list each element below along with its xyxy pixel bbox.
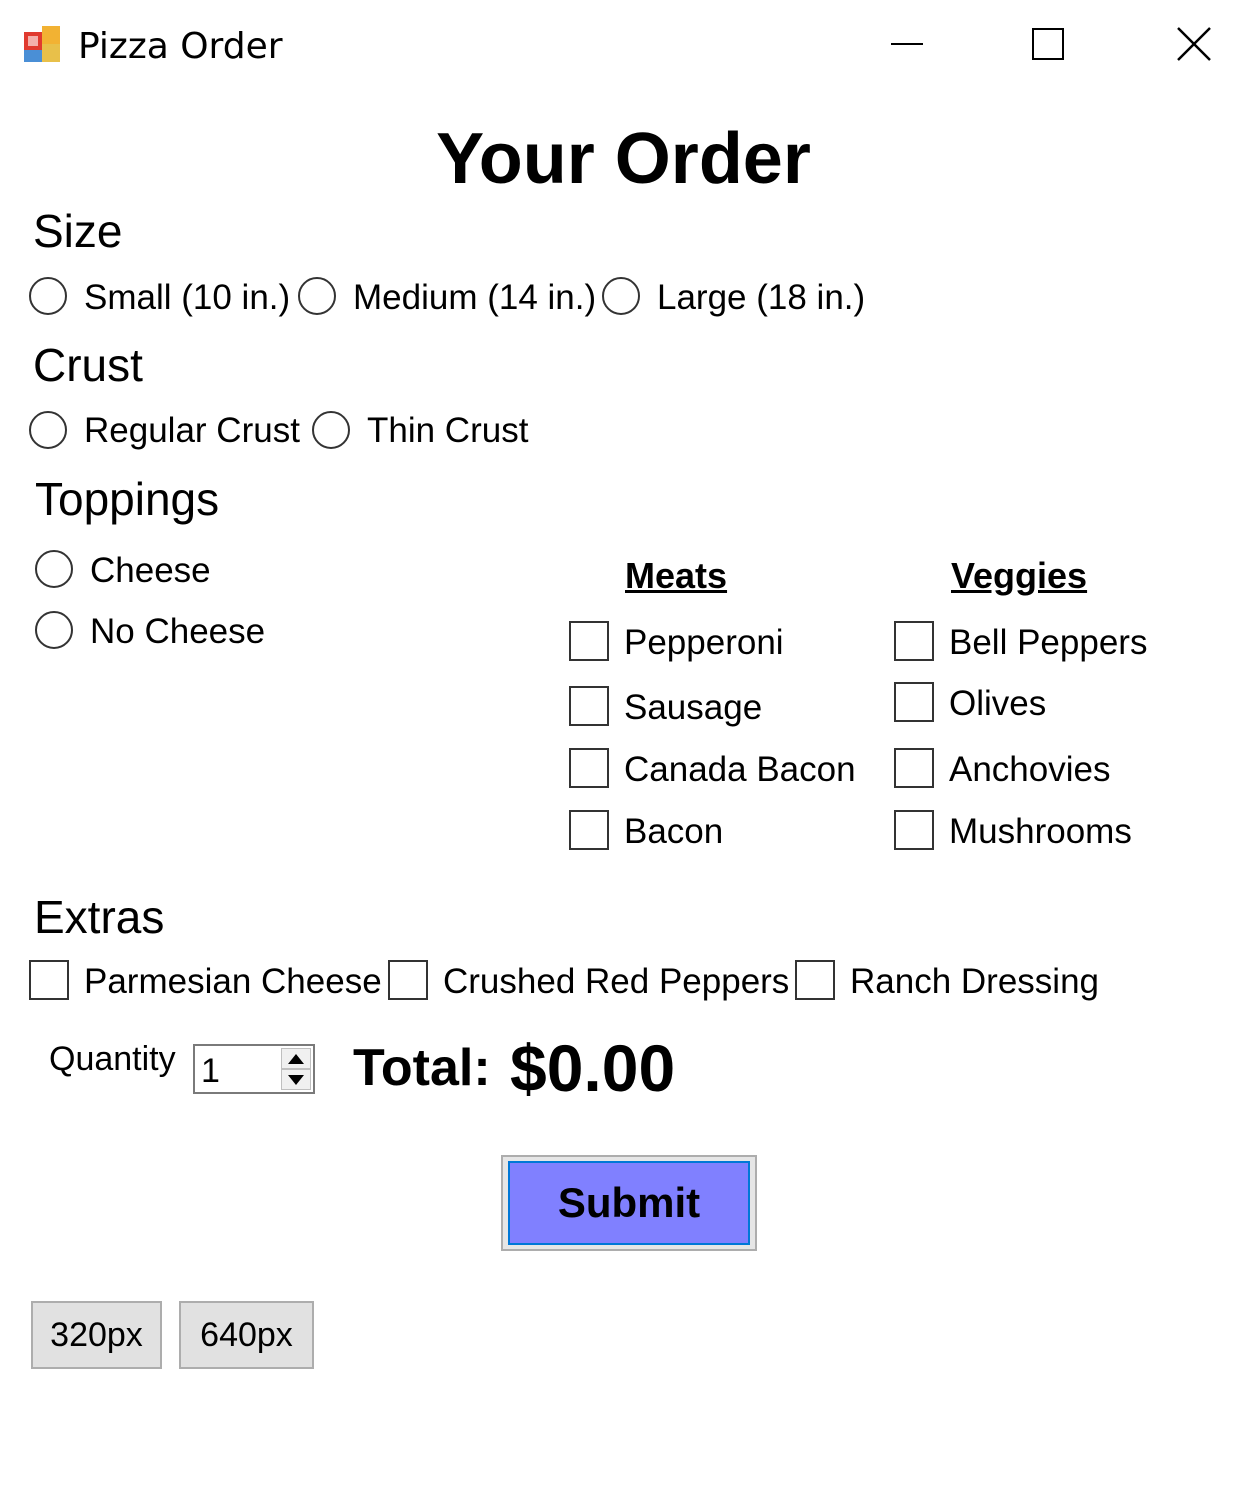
toppings-section-label: Toppings [35,473,220,525]
crust-regular-radio[interactable] [29,411,67,449]
quantity-label: Quantity [49,1040,176,1078]
arrow-down-icon [288,1074,304,1085]
crushed-red-peppers-label[interactable]: Crushed Red Peppers [443,962,789,1002]
size-large-label[interactable]: Large (18 in.) [657,278,865,318]
minimize-icon [891,43,923,45]
bell-peppers-checkbox[interactable] [894,621,934,661]
no-cheese-label[interactable]: No Cheese [90,612,265,652]
page-title: Your Order [436,119,811,199]
bacon-checkbox[interactable] [569,810,609,850]
cheese-label[interactable]: Cheese [90,551,211,591]
total-value: $0.00 [510,1031,676,1105]
anchovies-checkbox[interactable] [894,748,934,788]
maximize-button[interactable] [1008,14,1088,74]
total-label: Total: [353,1039,491,1097]
sausage-checkbox[interactable] [569,686,609,726]
window-title: Pizza Order [78,26,283,67]
crust-thin-label[interactable]: Thin Crust [367,411,528,451]
size-small-label[interactable]: Small (10 in.) [84,278,290,318]
size-medium-label[interactable]: Medium (14 in.) [353,278,596,318]
parmesian-cheese-checkbox[interactable] [29,960,69,1000]
quantity-stepper[interactable]: 1 [193,1044,315,1094]
crushed-red-peppers-checkbox[interactable] [388,960,428,1000]
pepperoni-checkbox[interactable] [569,621,609,661]
size-320-button[interactable]: 320px [31,1301,162,1369]
olives-checkbox[interactable] [894,682,934,722]
parmesian-cheese-label[interactable]: Parmesian Cheese [84,962,382,1002]
arrow-up-icon [288,1053,304,1064]
size-section-label: Size [33,205,123,257]
submit-label: Submit [557,1179,701,1226]
extras-section-label: Extras [34,891,165,943]
size-medium-radio[interactable] [298,277,336,315]
app-icon [22,24,64,66]
ranch-dressing-label[interactable]: Ranch Dressing [850,962,1099,1002]
crust-section-label: Crust [33,339,143,391]
minimize-button[interactable] [867,14,947,74]
meats-header: Meats [625,555,728,596]
bell-peppers-label[interactable]: Bell Peppers [949,623,1147,663]
quantity-down-button[interactable] [281,1069,311,1090]
submit-button-face[interactable]: Submit [508,1161,750,1245]
quantity-value[interactable]: 1 [201,1052,220,1091]
close-button[interactable] [1154,14,1234,74]
mushrooms-checkbox[interactable] [894,810,934,850]
no-cheese-radio[interactable] [35,611,73,649]
veggies-header: Veggies [951,555,1088,596]
submit-button[interactable]: Submit [501,1155,757,1251]
sausage-label[interactable]: Sausage [624,688,762,728]
crust-thin-radio[interactable] [312,411,350,449]
ranch-dressing-checkbox[interactable] [795,960,835,1000]
pepperoni-label[interactable]: Pepperoni [624,623,784,663]
size-large-radio[interactable] [602,277,640,315]
anchovies-label[interactable]: Anchovies [949,750,1110,790]
olives-label[interactable]: Olives [949,684,1046,724]
size-640-button[interactable]: 640px [179,1301,314,1369]
canada-bacon-label[interactable]: Canada Bacon [624,750,856,790]
canada-bacon-checkbox[interactable] [569,748,609,788]
size-small-radio[interactable] [29,277,67,315]
crust-regular-label[interactable]: Regular Crust [84,411,300,451]
bacon-label[interactable]: Bacon [624,812,723,852]
close-icon [1177,27,1211,61]
mushrooms-label[interactable]: Mushrooms [949,812,1132,852]
maximize-icon [1032,28,1064,60]
quantity-up-button[interactable] [281,1048,311,1069]
cheese-radio[interactable] [35,550,73,588]
